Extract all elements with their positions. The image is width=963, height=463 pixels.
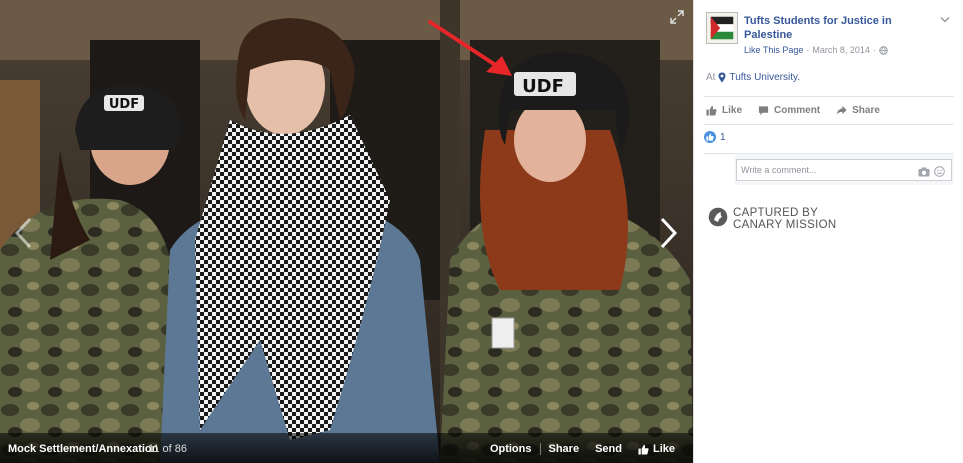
photo-actions: Options Share Send Like [482, 443, 683, 455]
divider [704, 124, 954, 125]
commenter-avatar [704, 155, 734, 185]
meta-separator: · [806, 45, 810, 55]
photo-bottom-bar: Mock Settlement/Annexation 11 of 86 Opti… [0, 433, 693, 463]
photo-theater: UDF UDF Mock Settlement/Annexation 11 of… [0, 0, 963, 463]
post-action-bar: Like Comment Share [706, 105, 880, 116]
share-label: Share [852, 105, 880, 116]
canary-mission-watermark: CAPTURED BY CANARY MISSION [708, 207, 836, 231]
globe-icon [879, 45, 888, 55]
like-page-link[interactable]: Like This Page [744, 45, 803, 55]
meta-separator-2: · [872, 45, 876, 55]
album-title[interactable]: Mock Settlement/Annexation [8, 443, 158, 455]
location-link[interactable]: Tufts University. [729, 72, 800, 83]
map-pin-icon [718, 72, 726, 83]
like-photo-label: Like [652, 443, 675, 455]
reactions-summary[interactable]: 1 [704, 131, 726, 143]
page-name-link[interactable]: Tufts Students for Justice in Palestine [744, 14, 934, 42]
comment-composer [704, 153, 954, 185]
photo-counter: 11 of 86 [148, 443, 187, 455]
previous-photo-arrow-icon[interactable] [12, 216, 36, 250]
chevron-down-icon[interactable] [940, 16, 950, 24]
location-prefix: At [706, 72, 716, 83]
post-meta: Like This Page · March 8, 2014 · [744, 45, 888, 55]
fullscreen-expand-icon[interactable] [670, 10, 684, 24]
send-button[interactable]: Send [587, 443, 630, 455]
helmet-label-right: UDF [522, 76, 564, 97]
post-location: At Tufts University. [706, 72, 800, 83]
comment-button[interactable]: Comment [758, 105, 820, 116]
next-photo-arrow-icon[interactable] [656, 216, 680, 250]
watermark-line-2: CANARY MISSION [733, 219, 837, 231]
share-button[interactable]: Share [836, 105, 880, 116]
watermark-line-1: CAPTURED BY [733, 207, 819, 219]
like-label: Like [722, 105, 743, 116]
comment-label: Comment [774, 105, 821, 116]
reaction-count: 1 [720, 131, 726, 143]
watermark-text: CAPTURED BY CANARY MISSION [733, 207, 836, 231]
divider [704, 96, 954, 97]
camera-icon[interactable] [918, 167, 930, 177]
like-button[interactable]: Like [706, 105, 742, 116]
thumbs-up-icon [706, 105, 717, 116]
like-photo-button[interactable]: Like [630, 443, 683, 455]
like-reaction-icon [704, 131, 716, 143]
emoji-smile-icon[interactable] [934, 166, 945, 177]
post-date[interactable]: March 8, 2014 [812, 45, 870, 55]
post-side-panel: Tufts Students for Justice in Palestine … [693, 0, 963, 463]
canary-mission-logo-icon [708, 207, 728, 227]
helmet-label-left: UDF [109, 97, 139, 112]
thumbs-up-icon [638, 444, 649, 455]
photo-viewer: UDF UDF Mock Settlement/Annexation 11 of… [0, 0, 693, 463]
photo: UDF UDF [0, 0, 693, 463]
options-button[interactable]: Options [482, 443, 540, 455]
comment-bubble-icon [758, 106, 769, 116]
share-arrow-icon [836, 105, 847, 115]
share-photo-button[interactable]: Share [541, 443, 588, 455]
page-avatar[interactable] [706, 12, 738, 44]
